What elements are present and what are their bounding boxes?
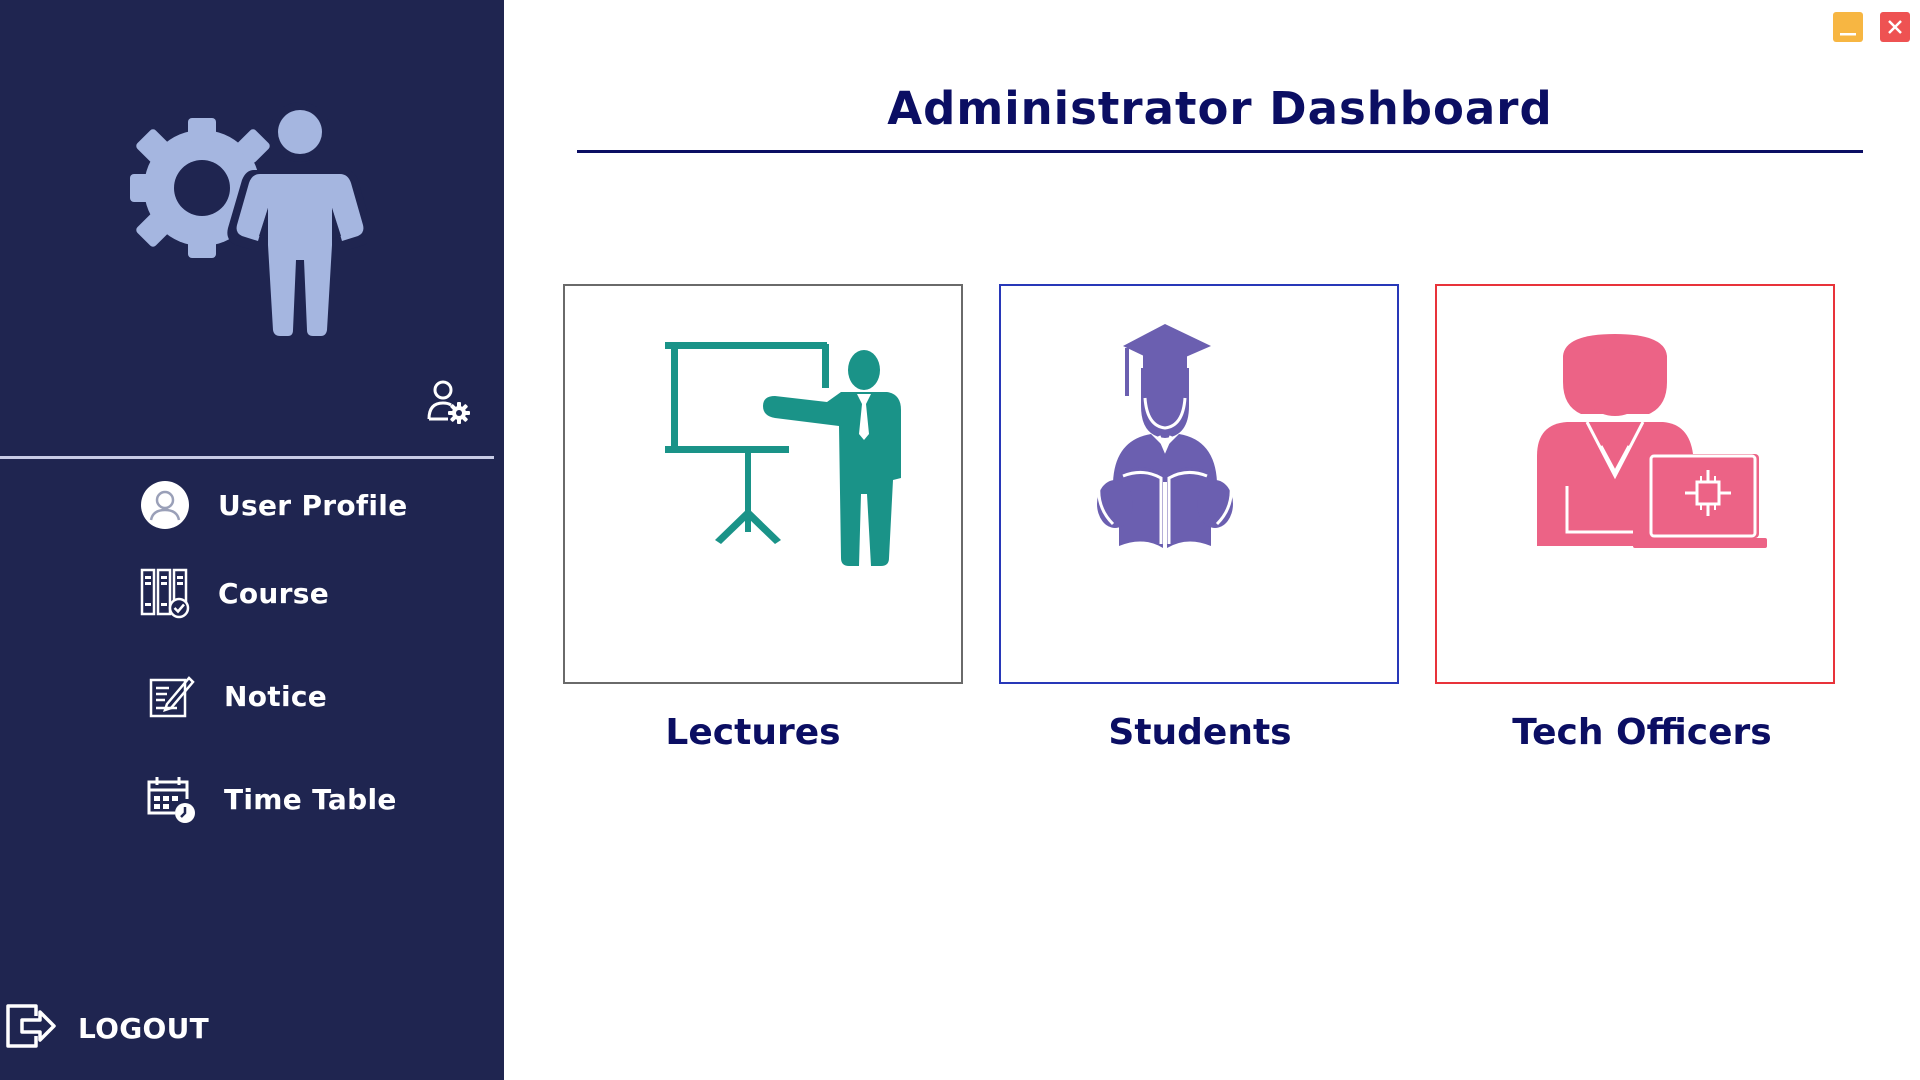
- tech-officers-label: Tech Officers: [1512, 712, 1772, 753]
- lectures-card[interactable]: [563, 284, 963, 684]
- close-icon: [1888, 20, 1902, 34]
- sidebar-item-label: Course: [218, 576, 329, 610]
- minimize-button[interactable]: [1833, 12, 1863, 42]
- sidebar-item-course[interactable]: Course: [138, 565, 329, 621]
- sidebar-item-label: User Profile: [218, 488, 408, 522]
- lecturer-whiteboard-icon: [665, 342, 901, 566]
- graduate-student-icon: [1097, 324, 1233, 548]
- sidebar-item-label: Time Table: [224, 782, 397, 816]
- sidebar-item-user-profile[interactable]: User Profile: [138, 477, 407, 533]
- logout-button[interactable]: LOGOUT: [4, 1000, 209, 1056]
- students-card[interactable]: [999, 284, 1399, 684]
- sidebar-divider: [0, 456, 494, 459]
- user-avatar-icon: [138, 478, 192, 532]
- user-settings-icon[interactable]: [424, 377, 472, 425]
- sidebar: User Profile Course Notice Time Table LO…: [0, 0, 504, 1080]
- calendar-clock-icon: [144, 772, 198, 826]
- admin-gear-person-icon: [130, 102, 368, 338]
- sidebar-item-time-table[interactable]: Time Table: [144, 771, 397, 827]
- title-underline: [577, 150, 1863, 153]
- minimize-icon: [1840, 33, 1856, 36]
- sidebar-item-notice[interactable]: Notice: [144, 668, 327, 724]
- students-label: Students: [1108, 712, 1292, 753]
- logout-label: LOGOUT: [78, 1011, 210, 1045]
- close-button[interactable]: [1880, 12, 1910, 42]
- sidebar-item-label: Notice: [224, 679, 328, 713]
- notice-edit-icon: [144, 669, 198, 723]
- page-title: Administrator Dashboard: [887, 82, 1553, 135]
- tech-officer-icon: [1537, 334, 1767, 548]
- lectures-label: Lectures: [665, 712, 841, 753]
- logout-icon: [4, 1002, 58, 1054]
- course-books-icon: [138, 566, 192, 620]
- tech-officers-card[interactable]: [1435, 284, 1835, 684]
